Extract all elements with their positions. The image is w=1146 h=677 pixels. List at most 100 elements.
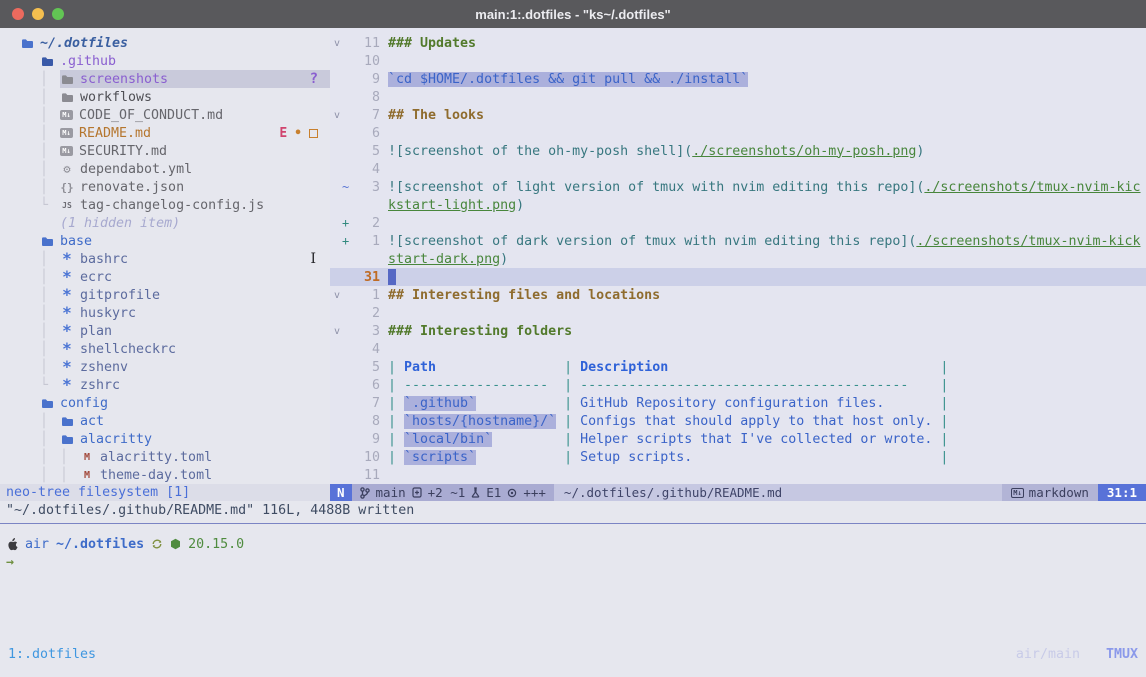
line-text xyxy=(388,160,1146,178)
tree-item-gitprofile[interactable]: │*gitprofile xyxy=(0,286,330,304)
editor-pane[interactable]: v11### Updates 109`cd $HOME/.dotfiles && … xyxy=(330,28,1146,484)
tree-item-alacritty[interactable]: │alacritty xyxy=(0,430,330,448)
line-text xyxy=(388,52,1146,70)
editor-line[interactable]: 7| `.github` | GitHub Repository configu… xyxy=(330,394,1146,412)
tree-item-plan[interactable]: │*plan xyxy=(0,322,330,340)
fold-marker[interactable]: v xyxy=(330,290,342,301)
editor-line[interactable]: 2 xyxy=(330,304,1146,322)
apple-icon xyxy=(6,538,18,551)
editor-line[interactable]: 9| `local/bin` | Helper scripts that I'v… xyxy=(330,430,1146,448)
editor-line[interactable]: 4 xyxy=(330,340,1146,358)
tmux-pane-separator[interactable] xyxy=(0,523,1146,524)
line-text: ## The looks xyxy=(388,106,1146,124)
editor-line[interactable]: 4 xyxy=(330,160,1146,178)
syntax-txt: ) xyxy=(916,144,924,159)
editor-line[interactable]: 31 xyxy=(330,268,1146,286)
indent-guide xyxy=(20,126,40,141)
minimize-button[interactable] xyxy=(32,8,44,20)
node-version: 20.15.0 xyxy=(188,537,244,552)
indent-guide: │ xyxy=(40,126,60,141)
traffic-lights xyxy=(12,8,64,20)
tree-item-security-md[interactable]: │M↓SECURITY.md xyxy=(0,142,330,160)
tree-item-screenshots[interactable]: │screenshots? xyxy=(0,70,330,88)
fold-marker[interactable]: v xyxy=(330,38,342,49)
indent-guide: │ xyxy=(40,252,60,267)
file-tree[interactable]: ~/.dotfiles .github │screenshots? │workf… xyxy=(0,28,330,484)
syntax-txt: ![screenshot of light version of tmux wi… xyxy=(388,180,924,195)
tree-item-readme-md[interactable]: │M↓README.mdE• xyxy=(0,124,330,142)
tree-row-body: JStag-changelog-config.js xyxy=(60,196,330,214)
folder-icon xyxy=(60,73,74,85)
fold-marker[interactable]: v xyxy=(330,326,342,337)
editor-line[interactable]: v1## Interesting files and locations xyxy=(330,286,1146,304)
tree-item-bashrc[interactable]: │*bashrcI xyxy=(0,250,330,268)
line-text xyxy=(388,268,1146,286)
line-number: 7 xyxy=(352,396,380,411)
tree-item-shellcheckrc[interactable]: │*shellcheckrc xyxy=(0,340,330,358)
indent-guide xyxy=(20,342,40,357)
git-fetch-icon xyxy=(151,538,163,550)
editor-line[interactable]: ~3![screenshot of light version of tmux … xyxy=(330,178,1146,196)
editor-line[interactable]: 9`cd $HOME/.dotfiles && git pull && ./in… xyxy=(330,70,1146,88)
syntax-h2: ## The looks xyxy=(388,108,484,123)
shell-prompt: air ~/.dotfiles 20.15.0 xyxy=(0,535,1146,553)
editor-line[interactable]: 8 xyxy=(330,88,1146,106)
tree-item-dependabot-yml[interactable]: │⚙dependabot.yml xyxy=(0,160,330,178)
editor-line[interactable]: +2 xyxy=(330,214,1146,232)
zoom-button[interactable] xyxy=(52,8,64,20)
editor-line[interactable]: v11### Updates xyxy=(330,34,1146,52)
close-button[interactable] xyxy=(12,8,24,20)
tree-item-zshrc[interactable]: └*zshrc xyxy=(0,376,330,394)
editor-line[interactable]: 6| ------------------ | ----------------… xyxy=(330,376,1146,394)
tree-row-body: M↓README.mdE• xyxy=(60,124,330,142)
editor-line[interactable]: v7## The looks xyxy=(330,106,1146,124)
editor-line[interactable]: 5![screenshot of the oh-my-posh shell](.… xyxy=(330,142,1146,160)
editor-wrap-line[interactable]: kstart-light.png) xyxy=(330,196,1146,214)
syntax-code: `local/bin` xyxy=(404,432,492,447)
tree-item-renovate-json[interactable]: │{}renovate.json xyxy=(0,178,330,196)
editor-line[interactable]: 8| `hosts/{hostname}/` | Configs that sh… xyxy=(330,412,1146,430)
indent-guide xyxy=(20,90,40,105)
editor-line[interactable]: +1![screenshot of dark version of tmux w… xyxy=(330,232,1146,250)
indent-guide xyxy=(20,198,40,213)
tree-item-github[interactable]: .github xyxy=(0,52,330,70)
tree-item-ecrc[interactable]: │*ecrc xyxy=(0,268,330,286)
line-number: 8 xyxy=(352,90,380,105)
shell-input-line[interactable]: → xyxy=(0,553,1146,571)
text-cursor xyxy=(388,269,396,285)
editor-line[interactable]: 10| `scripts` | Setup scripts. | xyxy=(330,448,1146,466)
tree-item-dotfiles[interactable]: ~/.dotfiles xyxy=(0,34,330,52)
tree-item-theme-day-toml[interactable]: ││Mtheme-day.toml xyxy=(0,466,330,484)
editor-line[interactable]: 10 xyxy=(330,52,1146,70)
editor-wrap-line[interactable]: start-dark.png) xyxy=(330,250,1146,268)
tree-item-workflows[interactable]: │workflows xyxy=(0,88,330,106)
line-number: 10 xyxy=(352,54,380,69)
tree-item-1-hidden-item[interactable]: (1 hidden item) xyxy=(0,214,330,232)
editor-line[interactable]: 11 xyxy=(330,466,1146,484)
tree-item-code-of-conduct-md[interactable]: │M↓CODE_OF_CONDUCT.md xyxy=(0,106,330,124)
statusline-filepath: ~/.dotfiles/.github/README.md xyxy=(554,484,1002,501)
tree-item-base[interactable]: base xyxy=(0,232,330,250)
tree-item-zshenv[interactable]: │*zshenv xyxy=(0,358,330,376)
syntax-pipe: | xyxy=(564,450,580,465)
editor-line[interactable]: 5| Path | Description | xyxy=(330,358,1146,376)
tree-item-alacritty-toml[interactable]: ││Malacritty.toml xyxy=(0,448,330,466)
syntax-pipe: | xyxy=(564,360,580,375)
asterisk-file-icon: * xyxy=(60,253,74,265)
indent-guide xyxy=(20,324,40,339)
line-text: ### Interesting folders xyxy=(388,322,1146,340)
git-sign: + xyxy=(342,216,352,230)
tmux-window-tab[interactable]: 1:.dotfiles xyxy=(8,647,96,662)
tree-item-tag-changelog-config-js[interactable]: └JStag-changelog-config.js xyxy=(0,196,330,214)
tree-item-act[interactable]: │act xyxy=(0,412,330,430)
fold-marker[interactable]: v xyxy=(330,110,342,121)
editor-line[interactable]: v3### Interesting folders xyxy=(330,322,1146,340)
tree-item-badges: ? xyxy=(310,71,322,87)
tree-item-huskyrc[interactable]: │*huskyrc xyxy=(0,304,330,322)
tree-item-config[interactable]: config xyxy=(0,394,330,412)
line-text: | Path | Description | xyxy=(388,358,1146,376)
indent-guide: │ xyxy=(40,342,60,357)
line-number: 11 xyxy=(352,468,380,483)
line-text xyxy=(388,124,1146,142)
editor-line[interactable]: 6 xyxy=(330,124,1146,142)
